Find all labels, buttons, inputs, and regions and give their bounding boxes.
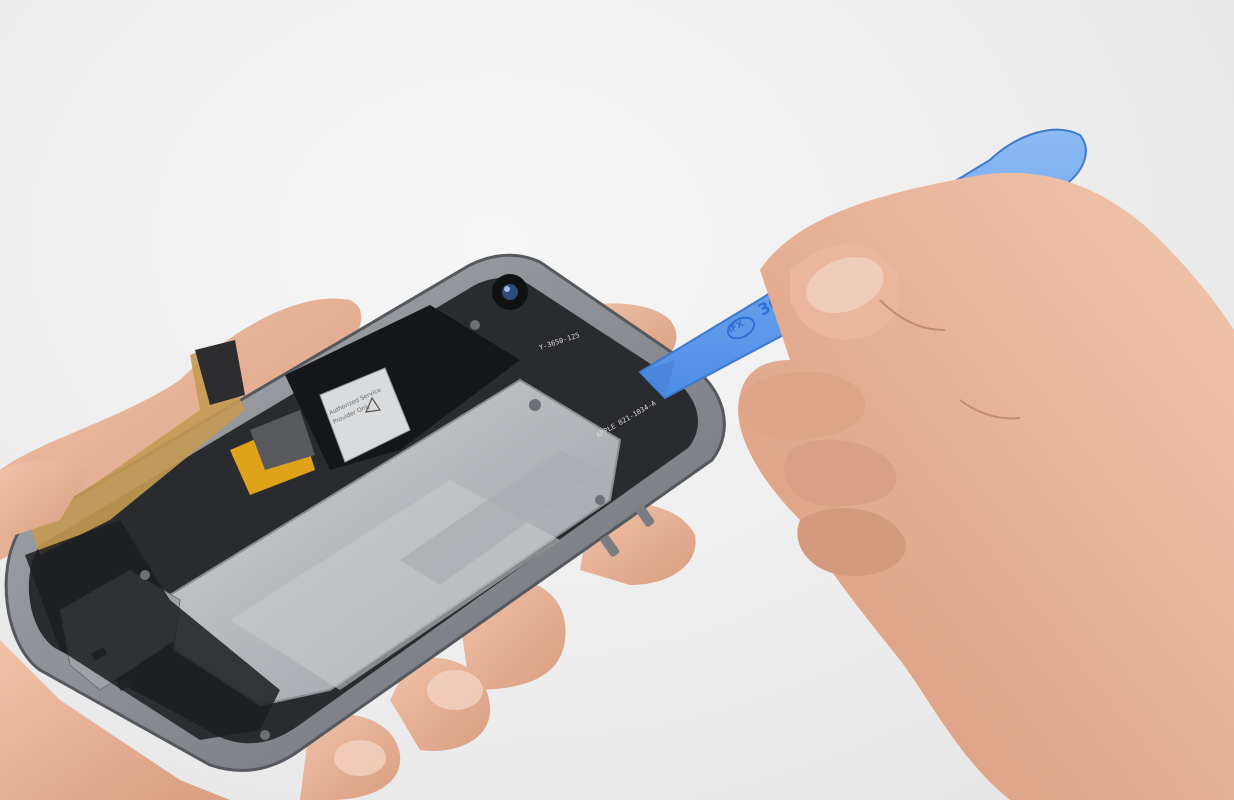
right-hand [738, 172, 1234, 800]
photo-illustration: Y-3650-125 APPLE 821-1034-A Authorized S… [0, 128, 1234, 800]
photo-scene: Y-3650-125 APPLE 821-1034-A Authorized S… [0, 0, 1234, 800]
iphone-body: Y-3650-125 APPLE 821-1034-A Authorized S… [4, 253, 726, 772]
